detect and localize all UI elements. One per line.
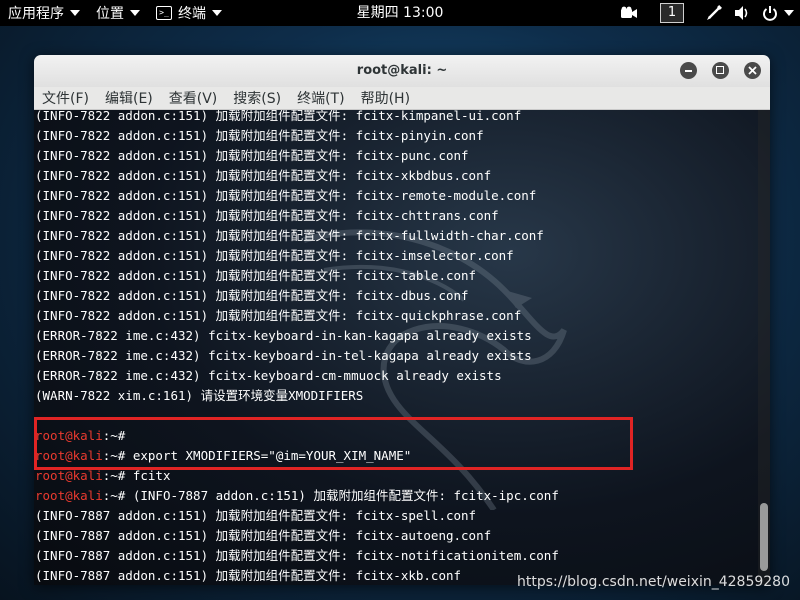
volume-icon[interactable] xyxy=(734,0,750,26)
active-app-label: 终端 xyxy=(178,6,206,22)
terminal-line-text: :~# export XMODIFIERS="@im=YOUR_XIM_NAME… xyxy=(102,448,412,463)
places-menu[interactable]: 位置 xyxy=(88,0,148,26)
scrollbar-thumb[interactable] xyxy=(760,503,768,571)
terminal-line: root@kali:~# (INFO-7887 addon.c:151) 加载附… xyxy=(35,486,765,506)
terminal-line: (INFO-7822 addon.c:151) 加载附加组件配置文件: fcit… xyxy=(35,226,765,246)
shell-prompt: root@kali xyxy=(35,448,103,463)
terminal-line: (INFO-7887 addon.c:151) 加载附加组件配置文件: fcit… xyxy=(35,526,765,546)
terminal-line: root@kali:~# export XMODIFIERS="@im=YOUR… xyxy=(35,446,765,466)
terminal-area[interactable]: (INFO-7822 addon.c:151) 加载附加组件配置文件: fcit… xyxy=(34,110,770,585)
terminal-line: (INFO-7822 addon.c:151) 加载附加组件配置文件: fcit… xyxy=(35,206,765,226)
terminal-window: root@kali: ~ 文件(F) 编辑(E) 查看(V) 搜索(S) 终端(… xyxy=(34,55,770,585)
menu-view[interactable]: 查看(V) xyxy=(161,88,218,108)
terminal-line-text: (INFO-7822 addon.c:151) 加载附加组件配置文件: fcit… xyxy=(35,268,477,283)
terminal-line-text: (INFO-7822 addon.c:151) 加载附加组件配置文件: fcit… xyxy=(35,148,469,163)
terminal-line: (WARN-7822 xim.c:161) 请设置环境变量XMODIFIERS xyxy=(35,386,765,406)
watermark: https://blog.csdn.net/weixin_42859280 xyxy=(516,574,790,590)
system-menu-chevron[interactable] xyxy=(784,0,794,26)
power-icon[interactable] xyxy=(762,0,778,26)
terminal-line-text: (INFO-7822 addon.c:151) 加载附加组件配置文件: fcit… xyxy=(35,288,469,303)
shell-prompt: root@kali xyxy=(35,468,103,483)
workspace-indicator[interactable]: 1 xyxy=(660,0,684,26)
close-button[interactable] xyxy=(744,62,761,79)
workspace-number: 1 xyxy=(660,3,684,23)
terminal-line-text: (INFO-7887 addon.c:151) 加载附加组件配置文件: fcit… xyxy=(35,568,462,583)
terminal-line-text: (WARN-7822 xim.c:161) 请设置环境变量XMODIFIERS xyxy=(35,388,364,403)
terminal-line: (INFO-7822 addon.c:151) 加载附加组件配置文件: fcit… xyxy=(35,286,765,306)
terminal-line-text: :~# xyxy=(102,428,133,443)
terminal-line: root@kali:~# fcitx xyxy=(35,466,765,486)
terminal-line: (INFO-7887 addon.c:151) 加载附加组件配置文件: fcit… xyxy=(35,546,765,566)
panel-clock[interactable]: 星期四 13:00 xyxy=(357,5,444,21)
terminal-line: (INFO-7822 addon.c:151) 加载附加组件配置文件: fcit… xyxy=(35,246,765,266)
terminal-output: (INFO-7822 addon.c:151) 加载附加组件配置文件: fcit… xyxy=(35,110,765,585)
chevron-down-icon xyxy=(784,10,794,16)
panel-status-area: 1 xyxy=(608,0,794,26)
applications-menu[interactable]: 应用程序 xyxy=(0,0,88,26)
terminal-line: (ERROR-7822 ime.c:432) fcitx-keyboard-in… xyxy=(35,346,765,366)
shell-prompt: root@kali xyxy=(35,488,103,503)
scrollbar[interactable] xyxy=(758,110,770,585)
terminal-line-text: :~# (INFO-7887 addon.c:151) 加载附加组件配置文件: … xyxy=(102,488,559,503)
shell-prompt: root@kali xyxy=(35,428,103,443)
terminal-line-text: (INFO-7822 addon.c:151) 加载附加组件配置文件: fcit… xyxy=(35,208,499,223)
terminal-line: (INFO-7822 addon.c:151) 加载附加组件配置文件: fcit… xyxy=(35,126,765,146)
terminal-line-text: (INFO-7822 addon.c:151) 加载附加组件配置文件: fcit… xyxy=(35,168,492,183)
terminal-line: root@kali:~# xyxy=(35,426,765,446)
terminal-line-text: (ERROR-7822 ime.c:432) fcitx-keyboard-in… xyxy=(35,328,532,343)
chevron-down-icon xyxy=(212,10,222,16)
terminal-line: (ERROR-7822 ime.c:432) fcitx-keyboard-cm… xyxy=(35,366,765,386)
chevron-down-icon xyxy=(70,10,80,16)
active-app-menu[interactable]: >_ 终端 xyxy=(148,0,230,26)
chevron-down-icon xyxy=(130,10,140,16)
window-titlebar[interactable]: root@kali: ~ xyxy=(34,55,770,87)
top-panel: 应用程序 位置 >_ 终端 星期四 13:00 1 xyxy=(0,0,800,26)
video-camera-icon[interactable] xyxy=(620,0,638,26)
terminal-icon: >_ xyxy=(156,6,172,20)
menu-bar: 文件(F) 编辑(E) 查看(V) 搜索(S) 终端(T) 帮助(H) xyxy=(34,87,770,110)
terminal-line-text: (ERROR-7822 ime.c:432) fcitx-keyboard-in… xyxy=(35,348,532,363)
minimize-button[interactable] xyxy=(680,62,697,79)
terminal-line-text: (INFO-7887 addon.c:151) 加载附加组件配置文件: fcit… xyxy=(35,548,559,563)
terminal-line-text: (ERROR-7822 ime.c:432) fcitx-keyboard-cm… xyxy=(35,368,502,383)
close-icon xyxy=(748,66,757,75)
terminal-line-text: (INFO-7887 addon.c:151) 加载附加组件配置文件: fcit… xyxy=(35,508,477,523)
terminal-line: (ERROR-7822 ime.c:432) fcitx-keyboard-in… xyxy=(35,326,765,346)
terminal-line: (INFO-7822 addon.c:151) 加载附加组件配置文件: fcit… xyxy=(35,306,765,326)
terminal-line: (INFO-7822 addon.c:151) 加载附加组件配置文件: fcit… xyxy=(35,266,765,286)
terminal-line: (INFO-7822 addon.c:151) 加载附加组件配置文件: fcit… xyxy=(35,166,765,186)
menu-edit[interactable]: 编辑(E) xyxy=(97,88,153,108)
terminal-line-text: :~# fcitx xyxy=(102,468,171,483)
menu-terminal[interactable]: 终端(T) xyxy=(289,88,344,108)
places-label: 位置 xyxy=(96,6,124,22)
terminal-line-text: (INFO-7822 addon.c:151) 加载附加组件配置文件: fcit… xyxy=(35,248,514,263)
menu-search[interactable]: 搜索(S) xyxy=(225,88,281,108)
terminal-line-text: (INFO-7822 addon.c:151) 加载附加组件配置文件: fcit… xyxy=(35,110,522,123)
menu-help[interactable]: 帮助(H) xyxy=(353,88,410,108)
terminal-line: (INFO-7822 addon.c:151) 加载附加组件配置文件: fcit… xyxy=(35,186,765,206)
terminal-line-text: (INFO-7822 addon.c:151) 加载附加组件配置文件: fcit… xyxy=(35,188,537,203)
applications-label: 应用程序 xyxy=(8,6,64,22)
terminal-line: (INFO-7822 addon.c:151) 加载附加组件配置文件: fcit… xyxy=(35,146,765,166)
menu-file[interactable]: 文件(F) xyxy=(34,88,89,108)
terminal-line: (INFO-7822 addon.c:151) 加载附加组件配置文件: fcit… xyxy=(35,110,765,126)
terminal-line: (INFO-7887 addon.c:151) 加载附加组件配置文件: fcit… xyxy=(35,506,765,526)
terminal-line-text: (INFO-7822 addon.c:151) 加载附加组件配置文件: fcit… xyxy=(35,228,544,243)
terminal-line-text: (INFO-7822 addon.c:151) 加载附加组件配置文件: fcit… xyxy=(35,308,522,323)
terminal-line-text: (INFO-7887 addon.c:151) 加载附加组件配置文件: fcit… xyxy=(35,528,492,543)
window-title: root@kali: ~ xyxy=(356,63,448,78)
terminal-line-text: (INFO-7822 addon.c:151) 加载附加组件配置文件: fcit… xyxy=(35,128,484,143)
pen-icon[interactable] xyxy=(706,0,722,26)
maximize-button[interactable] xyxy=(712,62,729,79)
